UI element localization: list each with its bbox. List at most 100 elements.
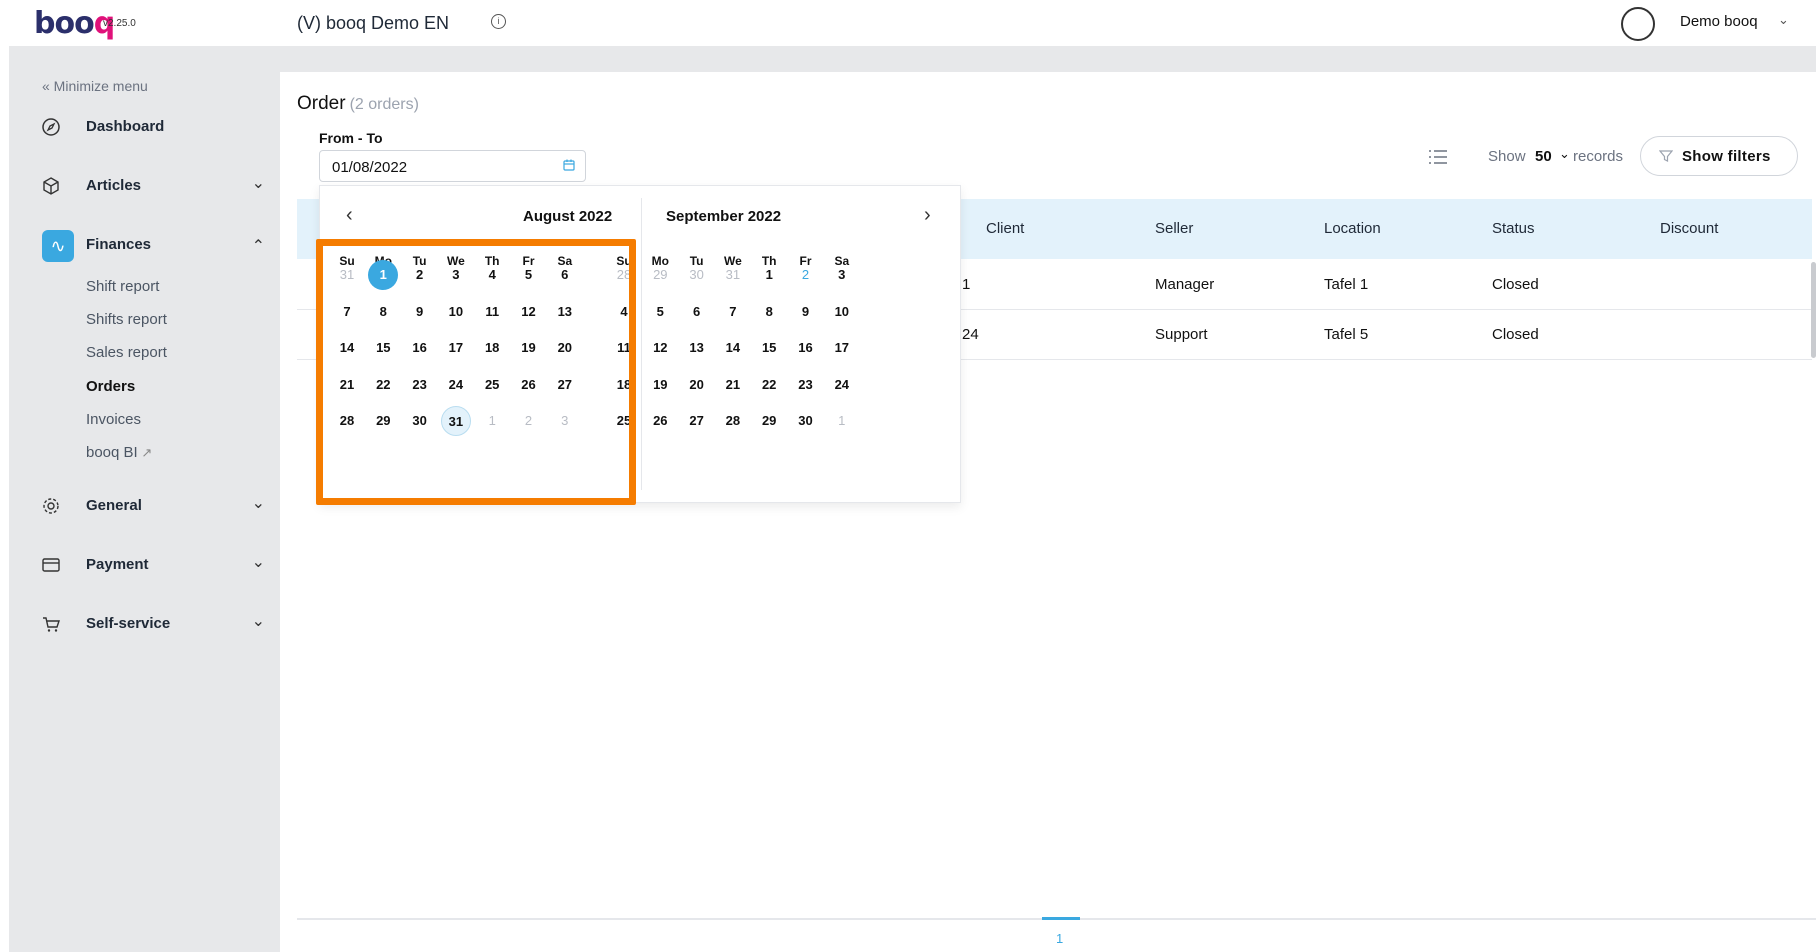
chevron-down-icon[interactable]: ⌄ bbox=[1559, 146, 1570, 162]
chevron-down-icon: ⌄ bbox=[251, 495, 265, 512]
calendar-day-right[interactable]: 3 bbox=[827, 260, 857, 290]
chevron-up-icon: ⌃ bbox=[251, 238, 265, 255]
pagination-active-indicator bbox=[1042, 917, 1080, 920]
top-bar: booq v2.25.0 (V) booq Demo EN i Demo boo… bbox=[0, 0, 1816, 46]
scrollbar[interactable] bbox=[1811, 262, 1816, 358]
calendar-day-right[interactable]: 28 bbox=[718, 406, 748, 436]
page-title: Order (2 orders) bbox=[297, 93, 419, 115]
table-cell-client: 1 bbox=[962, 276, 971, 293]
calendar-day-right[interactable]: 7 bbox=[718, 297, 748, 327]
sidebar-subitem-orders[interactable]: Orders bbox=[86, 378, 135, 395]
sidebar-subitem-booq-bi[interactable]: booq BI ↗ bbox=[86, 444, 152, 461]
calendar-day-right[interactable]: 12 bbox=[645, 333, 675, 363]
date-range-input[interactable]: 01/08/2022 bbox=[319, 150, 586, 182]
sidebar-item-self-service[interactable]: Self-service ⌄ bbox=[40, 609, 265, 641]
external-link-icon: ↗ bbox=[137, 445, 153, 460]
date-range-label: From - To bbox=[319, 130, 383, 146]
sidebar-item-label: Self-service bbox=[86, 615, 171, 632]
calendar-day-right[interactable]: 19 bbox=[645, 370, 675, 400]
calendar-day-right[interactable]: 16 bbox=[791, 333, 821, 363]
gear-icon bbox=[43, 498, 59, 514]
table-cell-location: Tafel 1 bbox=[1324, 276, 1369, 293]
calendar-day-right[interactable]: 10 bbox=[827, 297, 857, 327]
pulse-icon: ∿ bbox=[42, 230, 74, 262]
pagination-page[interactable]: 1 bbox=[1056, 931, 1063, 946]
calendar-day-right[interactable]: 6 bbox=[682, 297, 712, 327]
calendar-day-right[interactable]: 1 bbox=[754, 260, 784, 290]
filter-icon bbox=[1659, 150, 1673, 162]
column-header-client[interactable]: Client bbox=[986, 220, 1024, 237]
highlight-box bbox=[316, 239, 636, 505]
avatar[interactable] bbox=[1621, 7, 1655, 41]
sidebar-item-payment[interactable]: Payment ⌄ bbox=[40, 550, 265, 582]
card-icon bbox=[42, 558, 60, 572]
column-header-discount[interactable]: Discount bbox=[1660, 220, 1718, 237]
calendar-day-right[interactable]: 30 bbox=[791, 406, 821, 436]
sidebar-subitem-shift-report[interactable]: Shift report bbox=[86, 278, 159, 295]
calendar-day-right[interactable]: 26 bbox=[645, 406, 675, 436]
sidebar-item-label: booq BI bbox=[86, 444, 138, 461]
calendar-day-right[interactable]: 21 bbox=[718, 370, 748, 400]
calendar-day-right[interactable]: 30 bbox=[682, 260, 712, 290]
calendar-day-right[interactable]: 15 bbox=[754, 333, 784, 363]
chevron-right-icon[interactable]: › bbox=[924, 204, 931, 227]
sidebar-item-dashboard[interactable]: Dashboard bbox=[40, 112, 265, 144]
sidebar-item-general[interactable]: General ⌄ bbox=[40, 491, 265, 523]
sidebar-item-label: Payment bbox=[86, 556, 149, 573]
user-menu-label[interactable]: Demo booq bbox=[1680, 13, 1758, 30]
column-settings-icon[interactable] bbox=[1428, 149, 1448, 165]
cart-icon bbox=[43, 617, 60, 632]
show-filters-button[interactable]: Show filters bbox=[1640, 136, 1798, 176]
calendar-day-right[interactable]: 23 bbox=[791, 370, 821, 400]
sidebar-subitem-invoices[interactable]: Invoices bbox=[86, 411, 141, 428]
calendar-day-right[interactable]: 17 bbox=[827, 333, 857, 363]
calendar-day-right[interactable]: 27 bbox=[682, 406, 712, 436]
column-header-seller[interactable]: Seller bbox=[1155, 220, 1193, 237]
sidebar-item-finances[interactable]: ∿ Finances ⌃ bbox=[40, 230, 265, 262]
show-records-label: Show bbox=[1488, 148, 1526, 165]
calendar-day-right[interactable]: 14 bbox=[718, 333, 748, 363]
table-cell-location: Tafel 5 bbox=[1324, 326, 1369, 343]
calendar-day-right[interactable]: 1 bbox=[827, 406, 857, 436]
app-version: v2.25.0 bbox=[103, 18, 136, 29]
calendar-day-right[interactable]: 5 bbox=[645, 297, 675, 327]
calendar-day-right[interactable]: 24 bbox=[827, 370, 857, 400]
table-cell-seller: Support bbox=[1155, 326, 1208, 343]
sidebar-item-label: General bbox=[86, 497, 142, 514]
calendar-day-right[interactable]: 2 bbox=[791, 260, 821, 290]
calendar-day-right[interactable]: 29 bbox=[645, 260, 675, 290]
show-filters-label: Show filters bbox=[1682, 148, 1771, 165]
sidebar-item-label: Finances bbox=[86, 236, 152, 253]
page-title-text: Order bbox=[297, 93, 346, 114]
sidebar-item-articles[interactable]: Articles ⌄ bbox=[40, 171, 265, 203]
sidebar-subitem-shifts-report[interactable]: Shifts report bbox=[86, 311, 167, 328]
month-title-right: September 2022 bbox=[666, 208, 782, 225]
calendar-day-right[interactable]: 8 bbox=[754, 297, 784, 327]
picker-divider bbox=[641, 198, 642, 490]
table-cell-client: 24 bbox=[962, 326, 979, 343]
venue-name[interactable]: (V) booq Demo EN bbox=[297, 13, 449, 34]
chevron-left-icon[interactable]: ‹ bbox=[346, 204, 353, 227]
column-header-status[interactable]: Status bbox=[1492, 220, 1535, 237]
calendar-day-right[interactable]: 9 bbox=[791, 297, 821, 327]
chevron-down-icon[interactable]: ⌄ bbox=[1778, 12, 1789, 28]
records-label: records bbox=[1573, 148, 1624, 165]
chevron-down-icon: ⌄ bbox=[251, 175, 265, 192]
compass-icon bbox=[42, 118, 60, 136]
records-per-page-select[interactable]: 50 bbox=[1535, 148, 1552, 165]
month-title-left: August 2022 bbox=[523, 208, 613, 225]
date-range-value: 01/08/2022 bbox=[332, 159, 408, 176]
column-header-location[interactable]: Location bbox=[1324, 220, 1381, 237]
calendar-day-right[interactable]: 22 bbox=[754, 370, 784, 400]
calendar-icon bbox=[563, 159, 575, 171]
calendar-day-right[interactable]: 31 bbox=[718, 260, 748, 290]
calendar-day-right[interactable]: 29 bbox=[754, 406, 784, 436]
info-icon[interactable]: i bbox=[491, 14, 506, 29]
calendar-day-right[interactable]: 20 bbox=[682, 370, 712, 400]
minimize-menu-button[interactable]: « Minimize menu bbox=[42, 78, 148, 94]
table-cell-seller: Manager bbox=[1155, 276, 1215, 293]
sidebar-subitem-sales-report[interactable]: Sales report bbox=[86, 344, 167, 361]
box-icon bbox=[43, 177, 59, 195]
table-cell-status: Closed bbox=[1492, 326, 1539, 343]
calendar-day-right[interactable]: 13 bbox=[682, 333, 712, 363]
